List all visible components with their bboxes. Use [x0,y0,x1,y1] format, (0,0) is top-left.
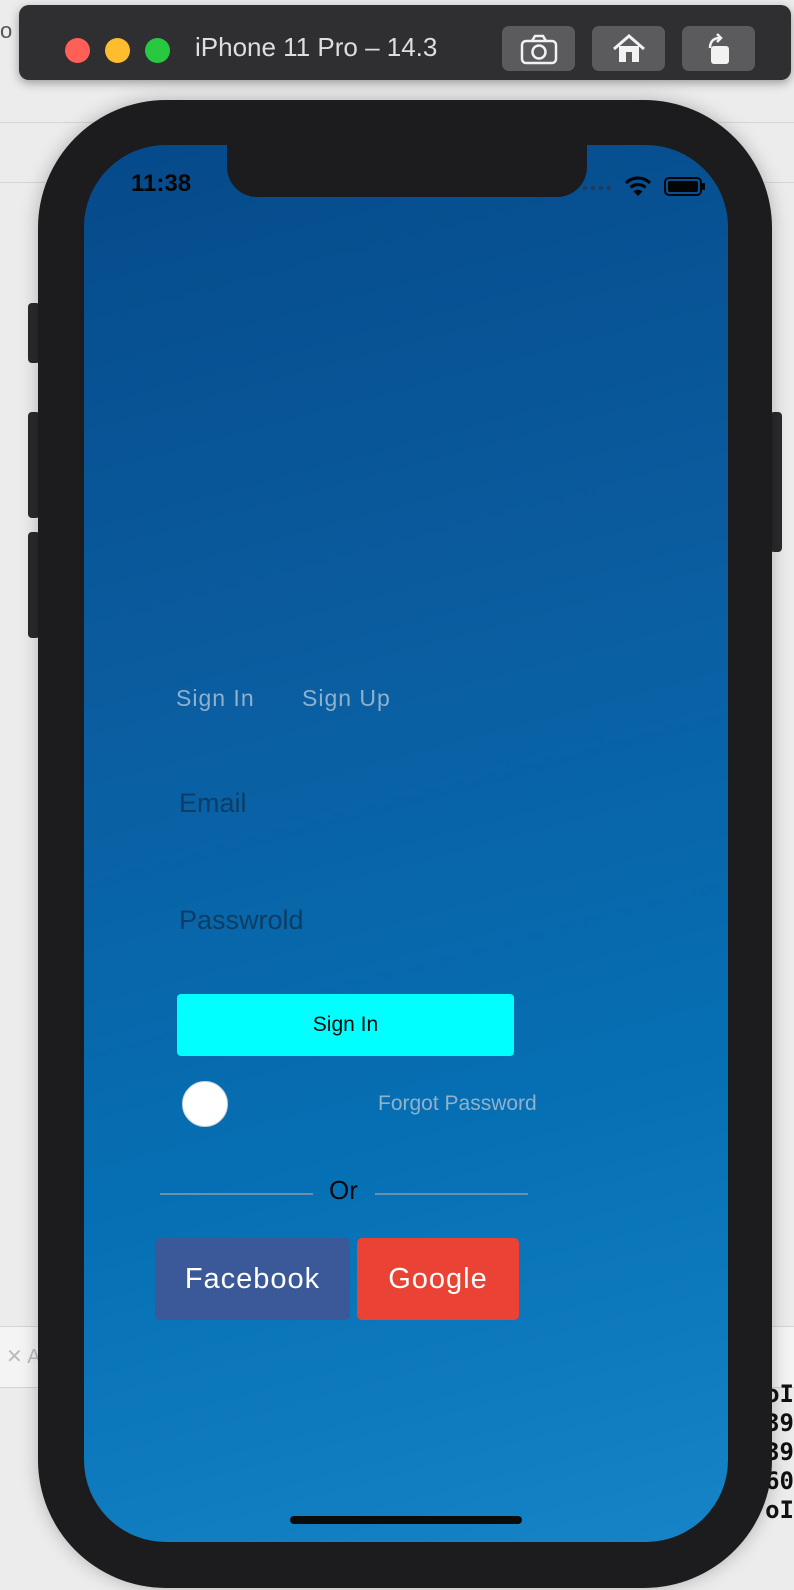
minimize-window-button[interactable] [105,38,130,63]
divider-line-right [375,1193,528,1195]
cellular-signal-icon [583,186,611,190]
screenshot-button[interactable] [502,26,575,71]
close-window-button[interactable] [65,38,90,63]
rotate-button[interactable] [682,26,755,71]
background-text-fragment: o [0,18,13,43]
zoom-window-button[interactable] [145,38,170,63]
simulator-titlebar: iPhone 11 Pro – 14.3 [19,5,791,80]
background-toolbar-fragment: ✕ A [6,1346,41,1368]
facebook-login-button[interactable]: Facebook [155,1238,350,1320]
remember-me-toggle[interactable] [182,1081,228,1127]
rotate-icon [708,32,729,64]
app-screen: 11:38 Sign In Sign Up Email Passwrold Si… [84,145,728,1542]
divider-or-text: Or [329,1175,358,1205]
camera-icon [520,34,557,64]
forgot-password-link[interactable]: Forgot Password [378,1092,537,1116]
notch [227,145,587,197]
wifi-icon [624,176,652,196]
tab-sign-in[interactable]: Sign In [176,685,255,712]
divider-line-left [160,1193,313,1195]
home-icon [612,33,645,62]
password-field[interactable]: Passwrold [179,905,304,936]
sign-in-button[interactable]: Sign In [177,994,514,1056]
home-button[interactable] [592,26,665,71]
home-indicator[interactable] [290,1516,522,1524]
simulator-title: iPhone 11 Pro – 14.3 [195,32,438,62]
email-field[interactable]: Email [179,788,247,819]
status-time: 11:38 [131,170,192,197]
google-login-button[interactable]: Google [357,1238,519,1320]
tab-sign-up[interactable]: Sign Up [302,685,391,712]
battery-icon [664,176,705,196]
status-icons [582,175,705,197]
